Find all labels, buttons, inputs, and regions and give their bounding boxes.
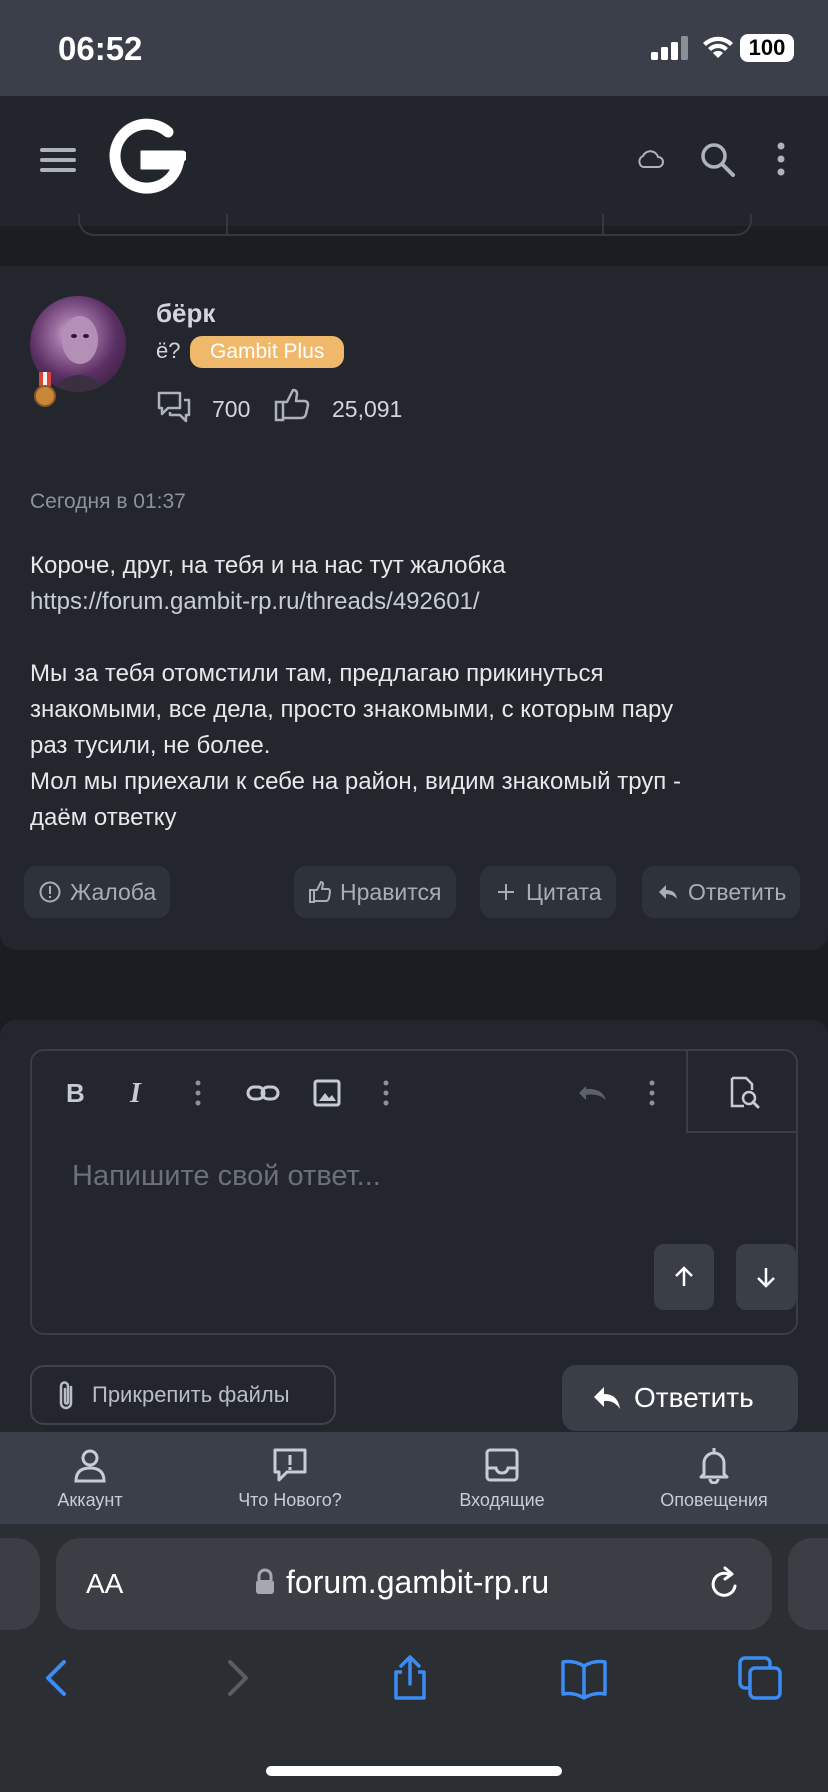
svg-text:B: B xyxy=(66,1078,85,1108)
paperclip-icon xyxy=(59,1381,73,1410)
reply-post-label: Ответить xyxy=(688,879,787,905)
attach-files-label: Прикрепить файлы xyxy=(92,1382,290,1407)
user-title: ё? xyxy=(156,338,181,363)
more-options-icon[interactable] xyxy=(644,1078,660,1108)
username[interactable]: бёрк xyxy=(156,298,215,329)
more-options-icon[interactable] xyxy=(378,1078,394,1108)
tab-account[interactable]: Аккаунт xyxy=(0,1446,180,1511)
post-text-line1: Короче, друг, на тебя и на нас тут жалоб… xyxy=(30,552,506,579)
cloud-icon[interactable] xyxy=(636,148,664,170)
divider xyxy=(602,214,604,234)
bold-icon[interactable]: B xyxy=(64,1078,88,1108)
more-vertical-icon[interactable] xyxy=(772,142,790,176)
reply-arrow-icon xyxy=(659,885,677,899)
messages-icon xyxy=(157,391,191,423)
thumbs-up-icon xyxy=(274,388,310,422)
like-button[interactable]: Нравится xyxy=(294,866,456,918)
arrow-up-icon xyxy=(675,1266,693,1286)
tab-whats-new[interactable]: Что Нового? xyxy=(200,1446,380,1511)
reload-icon[interactable] xyxy=(708,1566,742,1602)
inbox-icon xyxy=(485,1448,519,1482)
home-indicator xyxy=(266,1766,562,1776)
report-label: Жалоба xyxy=(70,879,157,905)
battery-indicator: 100 xyxy=(740,34,794,62)
forward-icon[interactable] xyxy=(212,1654,260,1702)
user-icon xyxy=(74,1449,106,1483)
user-badge: Gambit Plus xyxy=(190,336,345,368)
lock-icon xyxy=(256,1568,274,1594)
tab-label: Оповещения xyxy=(660,1490,768,1510)
scroll-up-button[interactable] xyxy=(654,1244,714,1310)
undo-icon[interactable] xyxy=(576,1078,610,1108)
post-date[interactable]: Сегодня в 01:37 xyxy=(30,490,186,514)
post-text-rest: Мы за тебя отомстили там, предлагаю прик… xyxy=(30,660,681,831)
post-link[interactable]: https://forum.gambit-rp.ru/threads/49260… xyxy=(30,588,480,615)
submit-reply-label: Ответить xyxy=(634,1382,754,1413)
attach-files-button[interactable]: Прикрепить файлы xyxy=(30,1365,336,1425)
divider xyxy=(226,214,228,234)
previous-tab-pill[interactable] xyxy=(0,1538,40,1630)
preview-icon[interactable] xyxy=(728,1076,760,1110)
submit-reply-button[interactable]: Ответить xyxy=(562,1365,798,1431)
post-body: Короче, друг, на тебя и на нас тут жалоб… xyxy=(30,548,810,836)
medal-icon xyxy=(34,372,56,407)
report-button[interactable]: Жалоба xyxy=(24,866,171,918)
bell-icon xyxy=(699,1448,729,1484)
tab-notifications[interactable]: Оповещения xyxy=(624,1446,804,1511)
alert-message-icon xyxy=(273,1448,307,1482)
header-tab-strip xyxy=(78,214,752,236)
tab-label: Аккаунт xyxy=(57,1490,123,1510)
scroll-down-button[interactable] xyxy=(736,1244,796,1310)
reply-input-placeholder[interactable]: Напишите свой ответ... xyxy=(72,1160,381,1193)
likes-count: 25,091 xyxy=(332,396,403,422)
share-icon[interactable] xyxy=(386,1654,434,1702)
back-icon[interactable] xyxy=(34,1654,82,1702)
wifi-icon xyxy=(703,36,733,58)
italic-icon[interactable]: I xyxy=(126,1078,150,1108)
tab-label: Входящие xyxy=(459,1490,545,1510)
signal-icon xyxy=(651,36,688,60)
url-text[interactable]: forum.gambit-rp.ru xyxy=(286,1564,549,1601)
image-icon[interactable] xyxy=(312,1078,342,1108)
menu-icon[interactable] xyxy=(40,146,76,174)
reader-settings-button[interactable]: AA xyxy=(86,1568,123,1600)
tab-inbox[interactable]: Входящие xyxy=(412,1446,592,1511)
arrow-down-icon xyxy=(757,1268,775,1288)
next-tab-pill[interactable] xyxy=(788,1538,828,1630)
reply-arrow-icon xyxy=(594,1387,620,1409)
quote-button[interactable]: Цитата xyxy=(480,866,616,918)
alert-circle-icon xyxy=(39,881,61,903)
site-logo[interactable] xyxy=(106,118,186,194)
tab-label: Что Нового? xyxy=(238,1490,342,1510)
tabs-icon[interactable] xyxy=(736,1654,784,1702)
status-time: 06:52 xyxy=(58,30,143,67)
bookmarks-icon[interactable] xyxy=(560,1654,608,1702)
divider xyxy=(686,1131,796,1133)
quote-label: Цитата xyxy=(526,879,602,905)
more-options-icon[interactable] xyxy=(190,1078,206,1108)
plus-icon xyxy=(498,884,514,900)
messages-count: 700 xyxy=(212,396,251,422)
svg-text:I: I xyxy=(129,1078,142,1108)
divider xyxy=(686,1050,688,1132)
thumbs-up-icon xyxy=(309,881,331,903)
search-icon[interactable] xyxy=(700,142,736,178)
like-label: Нравится xyxy=(340,879,442,905)
reply-post-button[interactable]: Ответить xyxy=(642,866,801,918)
link-icon[interactable] xyxy=(246,1078,280,1108)
